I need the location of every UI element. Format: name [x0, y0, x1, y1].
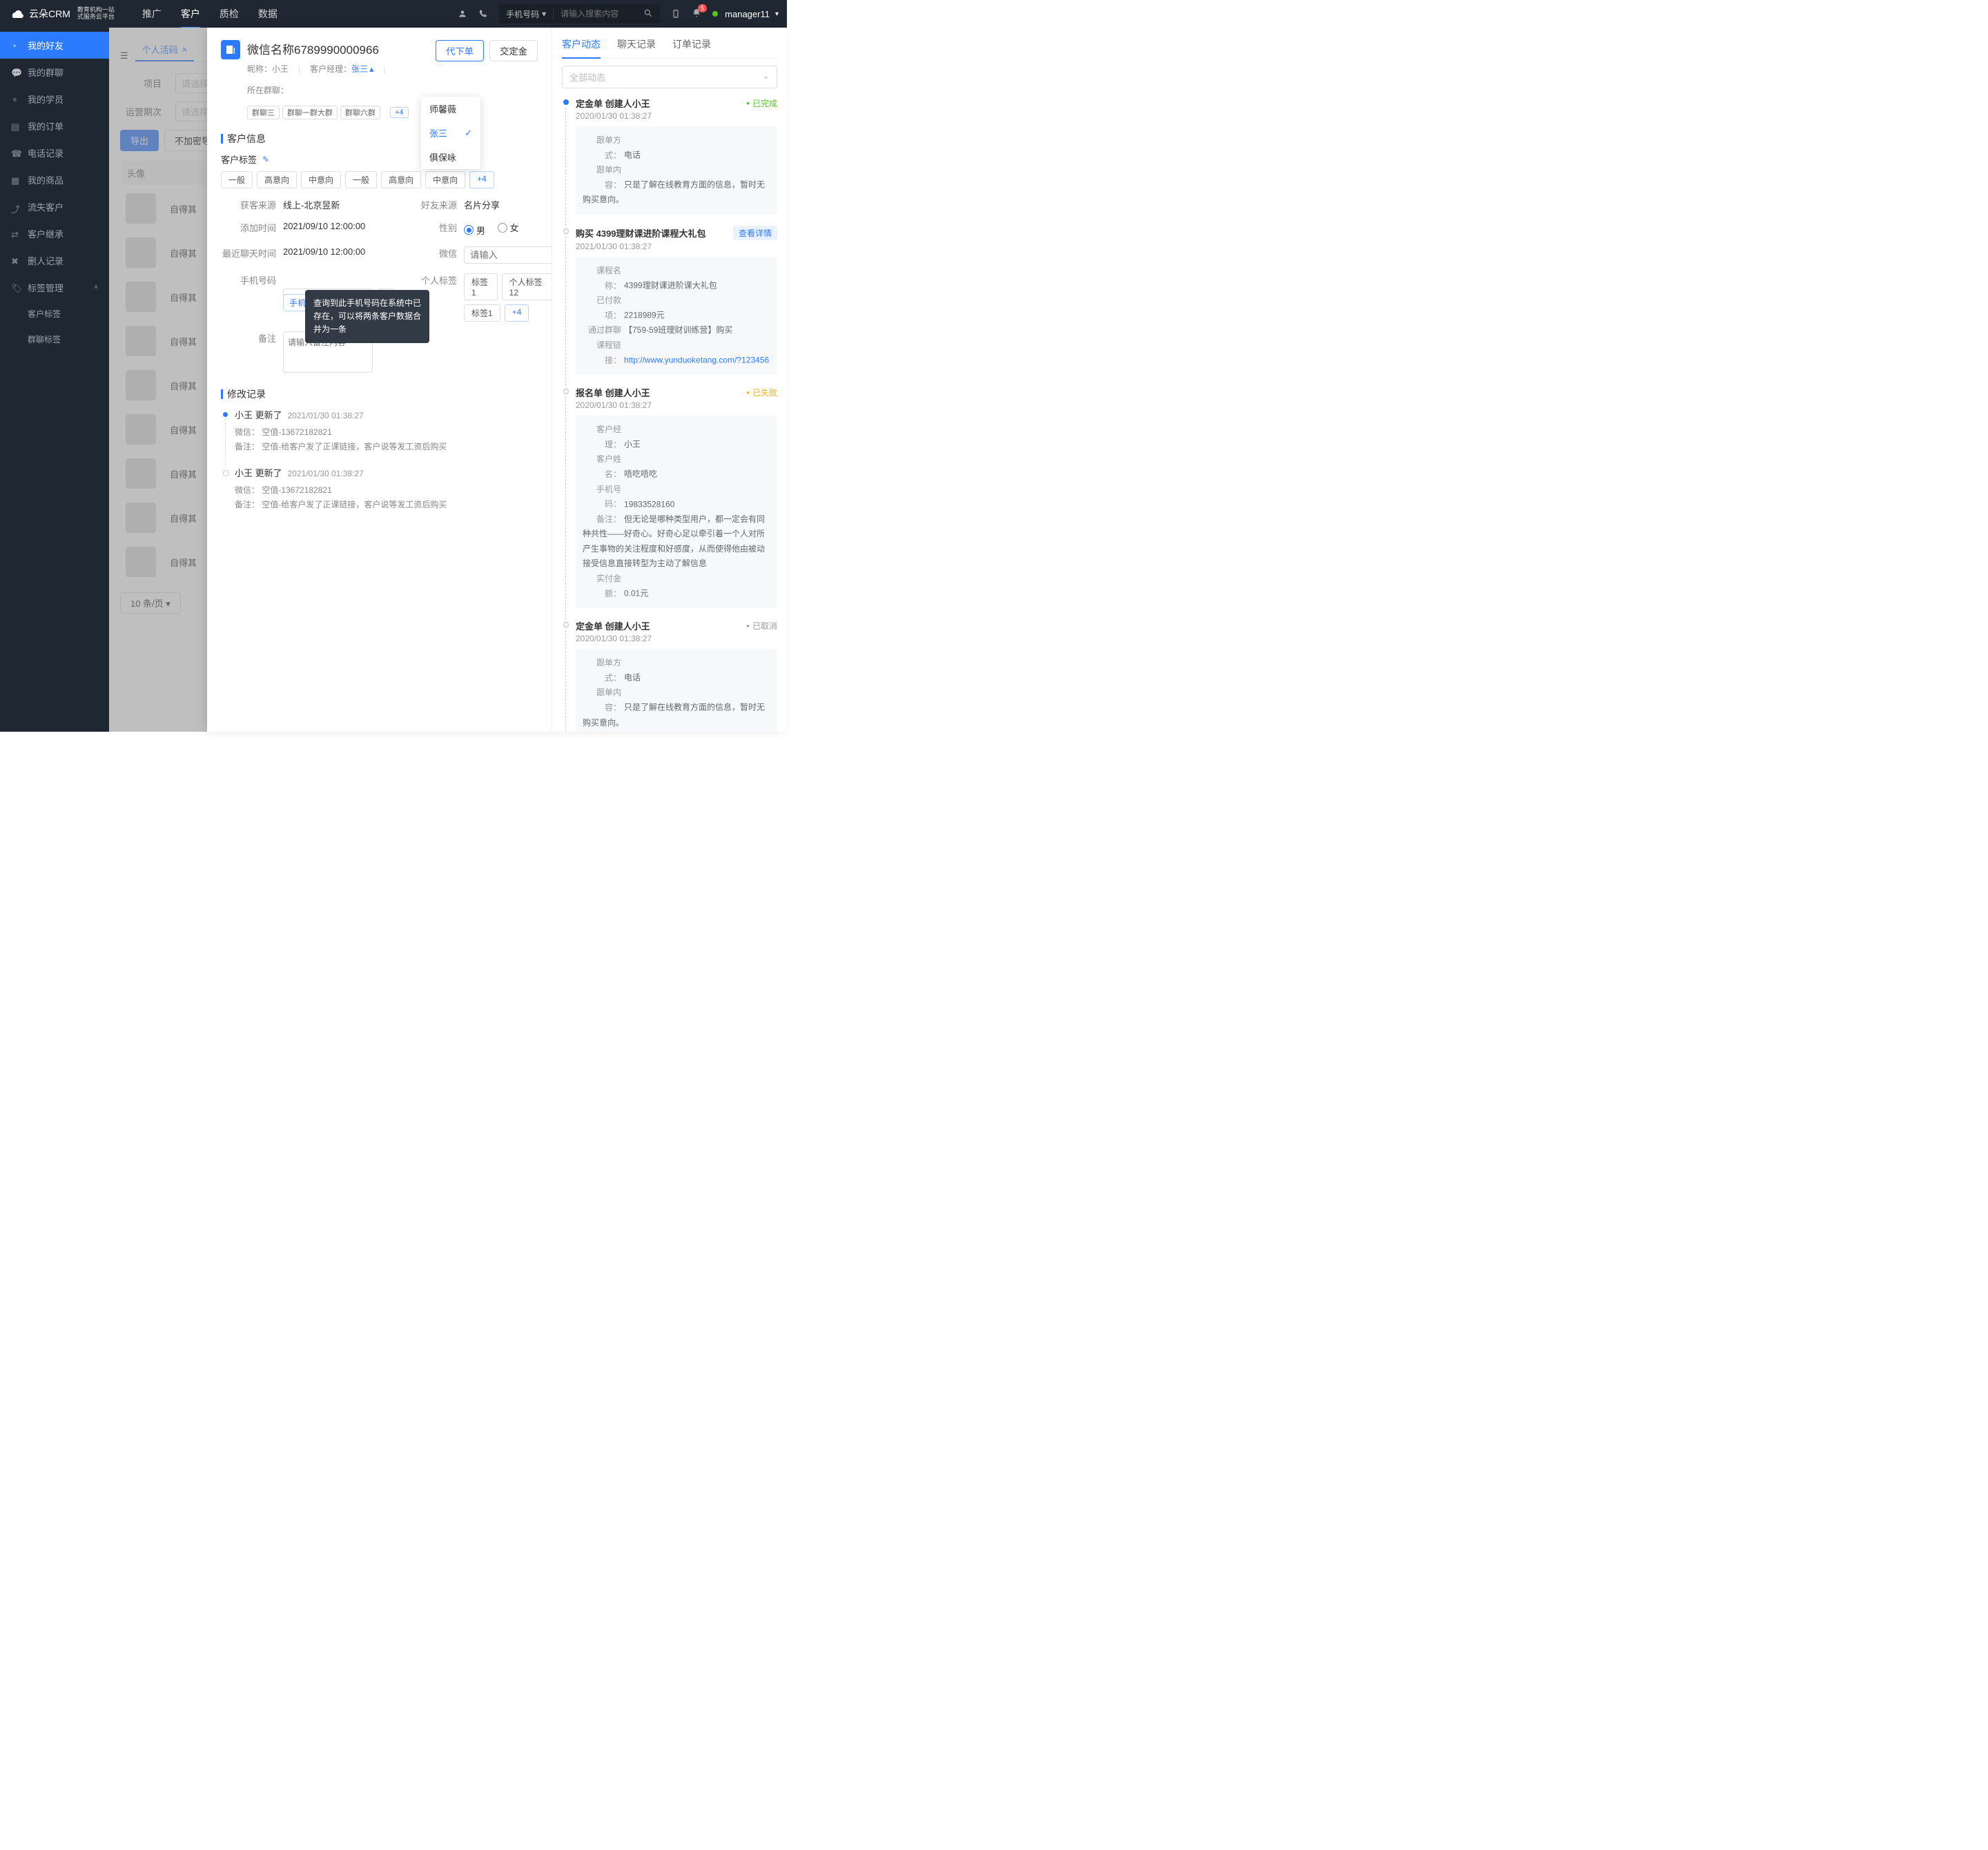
logo: 云朵CRM 教育机构一站式服务云平台 [8, 6, 115, 22]
gender-male[interactable]: 男 [464, 224, 485, 237]
groups-more[interactable]: +4 [390, 107, 409, 118]
sidebar-item[interactable]: 客户标签 [0, 301, 109, 327]
tags-more[interactable]: +4 [469, 171, 494, 188]
topbar: 云朵CRM 教育机构一站式服务云平台 推广 客户 质检 数据 手机号码▾ 5 mana… [0, 0, 787, 28]
personal-tag: 标签1 [464, 273, 498, 300]
activity-tab[interactable]: 聊天记录 [617, 37, 656, 54]
log-entry: 小王 更新了2021/01/30 01:38:27微信： 空值-13672182… [221, 466, 538, 513]
activity-filter[interactable]: 全部动态⌄ [562, 66, 777, 88]
customer-tag: 中意向 [425, 171, 465, 188]
group-chip[interactable]: 群聊一群大群 [282, 106, 338, 119]
customer-tag: 高意向 [257, 171, 297, 188]
deposit-button[interactable]: 交定金 [489, 40, 538, 61]
wechat-input[interactable] [464, 246, 552, 264]
sidebar-icon: ⇄ [11, 229, 21, 239]
sidebar-item[interactable]: ▤我的订单 [0, 113, 109, 139]
manager-select[interactable]: 张三 ▴ [351, 63, 373, 75]
topnav-item[interactable]: 数据 [258, 7, 277, 21]
feed-item: 购买 4399理财课进阶课程大礼包查看详情 2021/01/30 01:38:2… [576, 226, 777, 386]
edit-tags-icon[interactable]: ✎ [262, 155, 269, 164]
sidebar-icon: ✖ [11, 256, 21, 266]
section-change-log: 修改记录 [221, 387, 538, 401]
dropdown-option[interactable]: 俱保咏 [421, 145, 480, 169]
sidebar-icon: ⚬ [11, 95, 21, 104]
sidebar-icon: ☎ [11, 148, 21, 158]
personal-tag: 个人标签12 [502, 273, 552, 300]
search-bar: 手机号码▾ [499, 4, 660, 23]
activity-tab[interactable]: 订单记录 [672, 37, 711, 54]
order-button[interactable]: 代下单 [436, 40, 484, 61]
sidebar-item[interactable]: ⇄客户继承 [0, 220, 109, 247]
search-type-select[interactable]: 手机号码▾ [499, 8, 554, 20]
sidebar-icon: ▦ [11, 175, 21, 185]
phone-icon[interactable] [478, 9, 488, 19]
top-nav: 推广客户质检数据 [142, 7, 277, 21]
sidebar-icon: 💬 [11, 68, 21, 77]
customer-tag: 一般 [221, 171, 253, 188]
sidebar-item[interactable]: ☎电话记录 [0, 139, 109, 166]
activity-tab[interactable]: 客户动态 [562, 37, 601, 59]
section-customer-info: 客户信息 [221, 132, 538, 146]
sidebar-item[interactable]: 🏷标签管理˄ [0, 274, 109, 301]
topnav-item[interactable]: 质检 [220, 7, 239, 21]
customer-tag: 高意向 [381, 171, 421, 188]
manager-dropdown: 师馨薇张三✓俱保咏 [421, 97, 480, 169]
sidebar-item[interactable]: ⚬我的学员 [0, 86, 109, 113]
user-icon[interactable] [458, 9, 467, 19]
customer-tag: 一般 [345, 171, 377, 188]
dropdown-option[interactable]: 张三✓ [421, 121, 480, 145]
feed-item: 定金单 创建人小王已取消 2020/01/30 01:38:27 跟单方式：电话… [576, 619, 777, 732]
bell-icon[interactable]: 5 [692, 8, 701, 20]
gender-female[interactable]: 女 [498, 221, 519, 234]
view-detail-button[interactable]: 查看详情 [733, 226, 777, 240]
personal-tags-more[interactable]: +4 [505, 304, 529, 322]
feed-item: 定金单 创建人小王已完成 2020/01/30 01:38:27 跟单方式：电话… [576, 97, 777, 226]
sidebar: ◔我的好友💬我的群聊⚬我的学员▤我的订单☎电话记录▦我的商品⤴流失客户⇄客户继承… [0, 28, 109, 732]
feed-item: 报名单 创建人小王已失败 2020/01/30 01:38:27 客户经理：小王… [576, 386, 777, 619]
group-chip[interactable]: 群聊三 [247, 106, 280, 119]
tags-label: 客户标签 [221, 153, 257, 166]
search-icon[interactable] [636, 8, 660, 20]
sidebar-item[interactable]: 💬我的群聊 [0, 59, 109, 86]
topnav-item[interactable]: 推广 [142, 7, 162, 21]
sidebar-item[interactable]: ▦我的商品 [0, 166, 109, 193]
personal-tag: 标签1 [464, 304, 500, 322]
dropdown-option[interactable]: 师馨薇 [421, 97, 480, 121]
smartphone-icon[interactable] [671, 9, 681, 19]
search-input[interactable] [554, 9, 636, 19]
sidebar-icon: ▤ [11, 121, 21, 131]
duplicate-phone-tooltip: 查询到此手机号码在系统中已存在，可以将两条客户数据合并为一条 [305, 290, 429, 344]
customer-tag: 中意向 [301, 171, 341, 188]
sidebar-icon: ⤴ [11, 202, 21, 212]
group-chip[interactable]: 群聊六群 [340, 106, 380, 119]
sidebar-icon: 🏷 [11, 283, 21, 293]
customer-drawer: 微信名称6789990000966 昵称：小王 | 客户经理：张三 ▴ | 所在… [207, 28, 787, 732]
sidebar-item[interactable]: ✖删人记录 [0, 247, 109, 274]
log-entry: 小王 更新了2021/01/30 01:38:27微信： 空值-13672182… [221, 408, 538, 455]
topnav-item[interactable]: 客户 [181, 7, 200, 28]
sidebar-item[interactable]: 群聊标签 [0, 327, 109, 352]
customer-title: 微信名称6789990000966 [247, 40, 429, 57]
sidebar-item[interactable]: ◔我的好友 [0, 32, 109, 59]
sidebar-item[interactable]: ⤴流失客户 [0, 193, 109, 220]
sidebar-icon: ◔ [11, 41, 21, 50]
customer-avatar-icon [221, 40, 240, 59]
user-menu[interactable]: manager11▾ [712, 9, 779, 19]
